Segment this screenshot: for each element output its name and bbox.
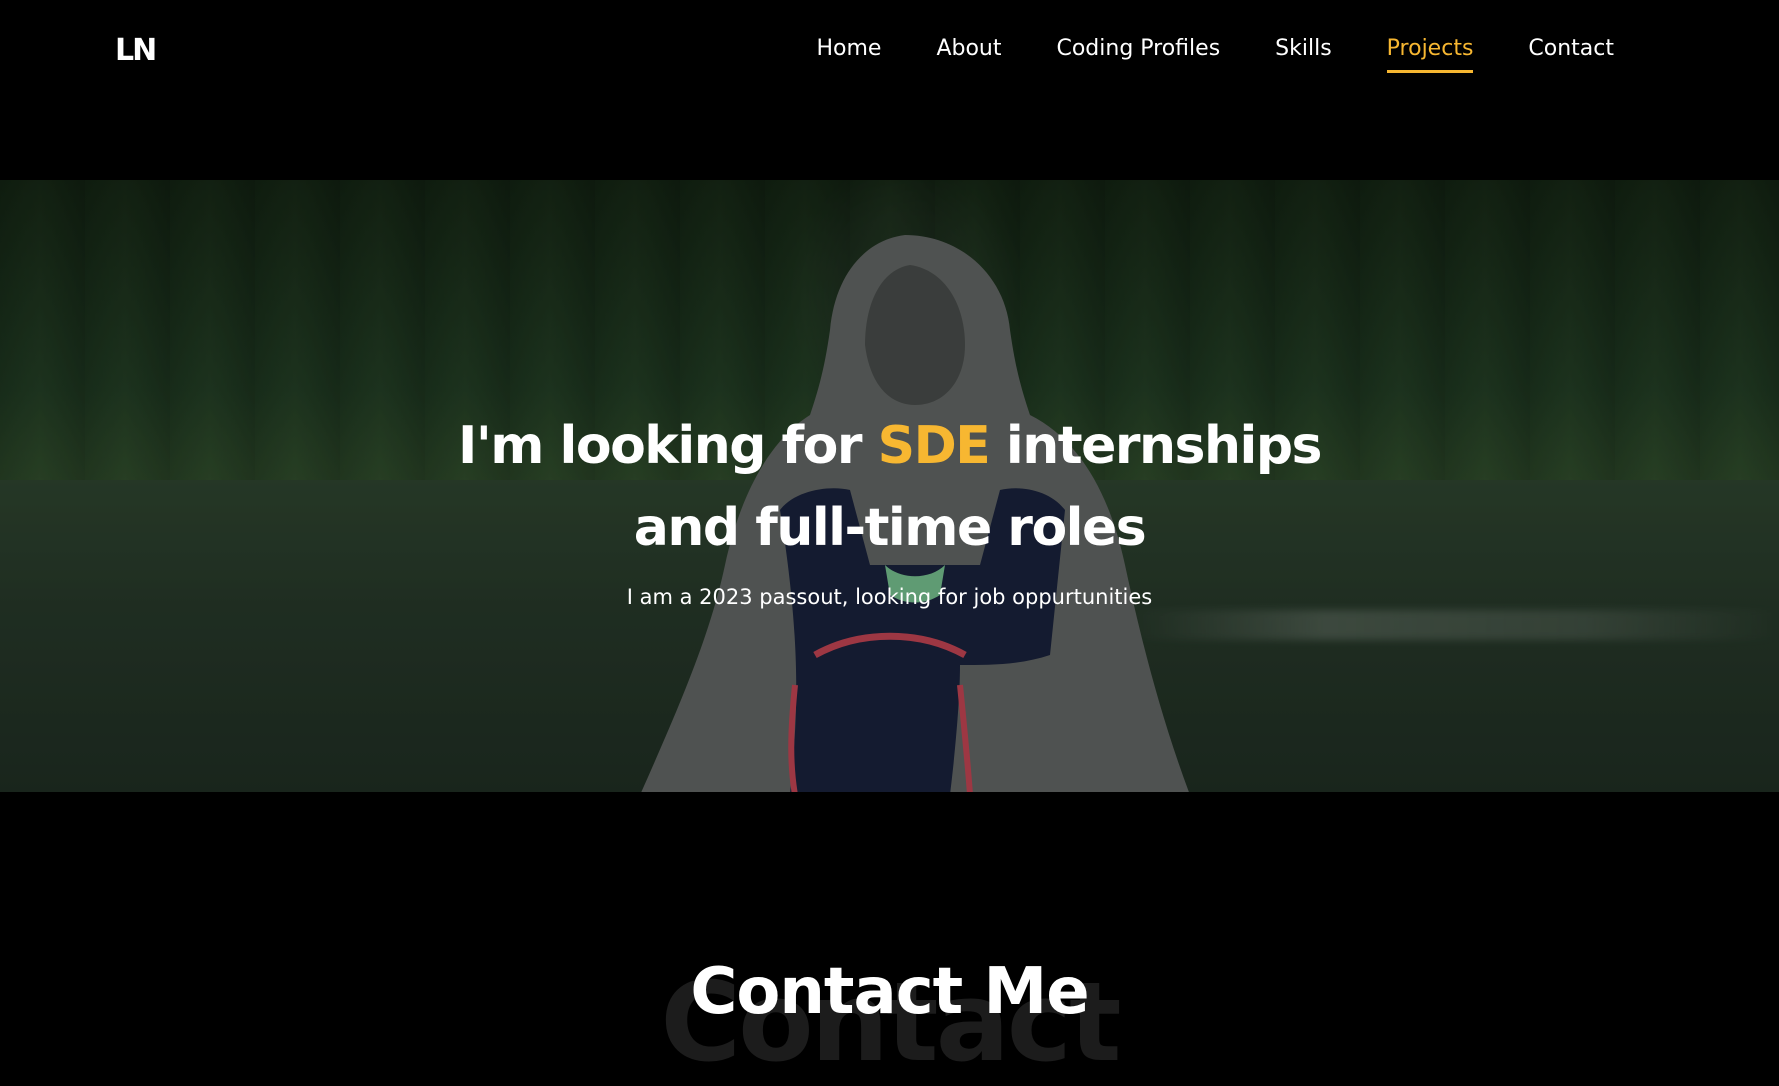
hero-title-highlight: SDE [877,416,991,476]
nav-link-contact[interactable]: Contact [1528,34,1614,73]
nav-link-skills[interactable]: Skills [1275,34,1332,73]
navbar: LN Home About Coding Profiles Skills Pro… [0,0,1779,100]
hero-subtitle: I am a 2023 passout, looking for job opp… [626,585,1153,609]
nav-link-about[interactable]: About [936,34,1001,73]
hero-title: I'm looking for SDE internships and full… [440,405,1340,569]
nav-link-projects[interactable]: Projects [1386,34,1474,73]
logo[interactable]: LN [115,33,157,68]
hero-title-before: I'm looking for [457,416,878,476]
hero-content: I'm looking for SDE internships and full… [0,405,1779,609]
nav-link-coding-profiles[interactable]: Coding Profiles [1056,34,1220,73]
nav-link-home[interactable]: Home [816,34,881,73]
contact-section: Contact Contact Me [0,792,1779,1077]
hero-section: I'm looking for SDE internships and full… [0,180,1779,792]
contact-title: Contact Me [690,955,1089,1029]
nav-links: Home About Coding Profiles Skills Projec… [761,34,1614,73]
